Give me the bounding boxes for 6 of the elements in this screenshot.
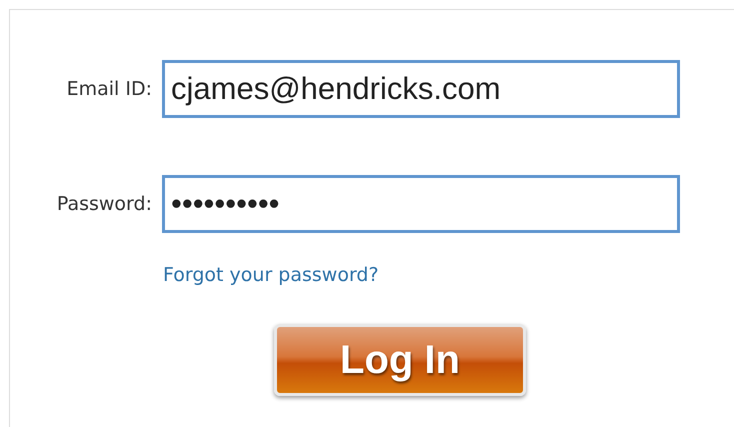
forgot-password-link[interactable]: Forgot your password? bbox=[163, 261, 379, 290]
field-label: Email ID: bbox=[66, 76, 153, 102]
input-field[interactable]: •••••••••• bbox=[162, 175, 680, 233]
login-button[interactable]: Log In bbox=[274, 324, 526, 396]
input-field[interactable]: cjames@hendricks.com bbox=[162, 60, 680, 118]
field-label: Password: bbox=[56, 192, 153, 217]
